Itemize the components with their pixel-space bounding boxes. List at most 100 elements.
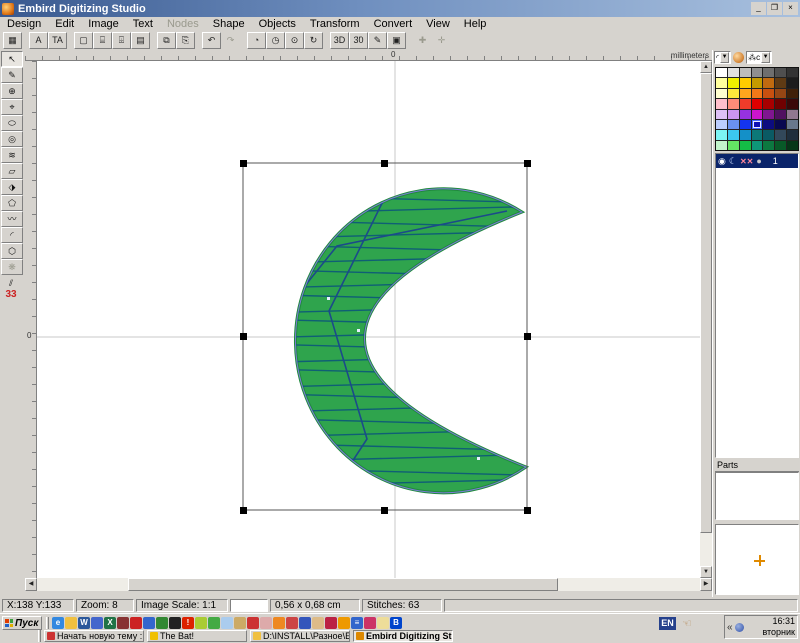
object-list[interactable]: ◉ ☾ ✕✕ ● 1: [715, 153, 799, 458]
color-swatch[interactable]: [787, 130, 798, 139]
color-swatch[interactable]: [763, 99, 774, 108]
tool-fill-with-hole-icon[interactable]: ◎: [1, 131, 23, 147]
color-swatch[interactable]: [740, 68, 751, 77]
scroll-right-icon[interactable]: ▶: [700, 578, 712, 591]
font-engine-icon[interactable]: TA: [48, 32, 67, 49]
color-swatch[interactable]: [763, 110, 774, 119]
pencil-icon[interactable]: [234, 617, 246, 629]
needle-point-icon[interactable]: ✚: [413, 32, 432, 49]
center-cross-icon[interactable]: ✛: [432, 32, 451, 49]
color-swatch[interactable]: [728, 78, 739, 87]
color-swatch[interactable]: [752, 130, 763, 139]
color-swatch[interactable]: [775, 110, 786, 119]
visibility-eye-icon[interactable]: ◉: [718, 156, 726, 167]
internet-explorer-icon[interactable]: e: [52, 617, 64, 629]
sew-simulator-icon[interactable]: ✎: [368, 32, 387, 49]
color-swatch[interactable]: [728, 89, 739, 98]
object-row[interactable]: ◉ ☾ ✕✕ ● 1: [716, 154, 798, 168]
color-swatch[interactable]: [716, 99, 727, 108]
color-swatch[interactable]: [728, 110, 739, 119]
color-swatch[interactable]: [775, 78, 786, 87]
color-swatch[interactable]: [787, 141, 798, 150]
viewer-icon[interactable]: [91, 617, 103, 629]
parts-list[interactable]: [715, 472, 799, 520]
horizontal-scrollbar[interactable]: ◀ ▶: [25, 578, 712, 591]
tool-manual-stitch-icon[interactable]: 〰: [1, 211, 23, 227]
vertical-scrollbar[interactable]: ▲ ▼: [700, 61, 712, 578]
notes-icon[interactable]: [260, 617, 272, 629]
color-swatch[interactable]: [775, 141, 786, 150]
color-swatch[interactable]: [775, 68, 786, 77]
bluetooth-icon[interactable]: B: [390, 617, 402, 629]
color-swatch[interactable]: [716, 130, 727, 139]
color-swatch[interactable]: [752, 99, 763, 108]
menu-text[interactable]: Text: [126, 18, 160, 30]
dome-icon[interactable]: [273, 617, 285, 629]
save-design-icon[interactable]: ▤: [131, 32, 150, 49]
menu-design[interactable]: Design: [0, 18, 48, 30]
scroll-left-icon[interactable]: ◀: [25, 578, 37, 591]
menu-convert[interactable]: Convert: [367, 18, 420, 30]
color-swatch[interactable]: [787, 99, 798, 108]
task-button[interactable]: Embird Digitizing Stud...: [353, 630, 453, 642]
color-swatch[interactable]: [763, 120, 774, 129]
color-swatch[interactable]: [752, 120, 763, 129]
menu-objects[interactable]: Objects: [252, 18, 303, 30]
lines-icon[interactable]: ≡: [351, 617, 363, 629]
tray-chevron-icon[interactable]: «: [727, 622, 733, 633]
thread-spool-icon[interactable]: [733, 52, 744, 63]
color-swatch[interactable]: [752, 68, 763, 77]
color-swatch[interactable]: [716, 89, 727, 98]
color-swatch[interactable]: [752, 141, 763, 150]
color-swatch[interactable]: [716, 68, 727, 77]
books-icon[interactable]: [117, 617, 129, 629]
color-swatch[interactable]: [775, 130, 786, 139]
toolbar-grip[interactable]: [38, 630, 41, 642]
alert-icon[interactable]: !: [182, 617, 194, 629]
chevron-down-icon[interactable]: ▼: [761, 52, 770, 63]
tool-select-icon[interactable]: ↖: [1, 51, 23, 67]
color-swatch[interactable]: [716, 120, 727, 129]
tool-hatch-fill-icon[interactable]: ≋: [1, 147, 23, 163]
scroll-up-icon[interactable]: ▲: [700, 61, 712, 73]
color-swatch[interactable]: [763, 130, 774, 139]
merge-design-icon[interactable]: ⌹: [112, 32, 131, 49]
coin-icon[interactable]: [338, 617, 350, 629]
color-swatch[interactable]: [752, 110, 763, 119]
view-3d-icon[interactable]: 3D: [330, 32, 349, 49]
tool-outline-shape-icon[interactable]: ⬡: [1, 243, 23, 259]
task-button[interactable]: The Bat!: [147, 630, 247, 642]
color-swatch[interactable]: [728, 68, 739, 77]
color-swatch[interactable]: [728, 141, 739, 150]
hand-icon[interactable]: ☜: [682, 617, 696, 630]
vertical-scroll-thumb[interactable]: [700, 73, 712, 533]
hand-tool-icon[interactable]: [312, 617, 324, 629]
tool-quadrilateral-icon[interactable]: ▱: [1, 163, 23, 179]
color-swatch[interactable]: [740, 78, 751, 87]
color-swatch[interactable]: [763, 68, 774, 77]
menu-edit[interactable]: Edit: [48, 18, 81, 30]
color-swatch[interactable]: [763, 141, 774, 150]
diamond-icon[interactable]: [221, 617, 233, 629]
color-swatch[interactable]: [740, 99, 751, 108]
color-swatch[interactable]: [787, 78, 798, 87]
color-swatch[interactable]: [728, 130, 739, 139]
color-swatch[interactable]: [716, 78, 727, 87]
new-design-icon[interactable]: ▢: [74, 32, 93, 49]
color-swatch[interactable]: [716, 110, 727, 119]
export-icon[interactable]: ▣: [387, 32, 406, 49]
open-image-icon[interactable]: ▦: [3, 32, 22, 49]
copy-icon[interactable]: ⧉: [157, 32, 176, 49]
angle-meter-icon[interactable]: ⊙: [285, 32, 304, 49]
color-swatch[interactable]: [787, 110, 798, 119]
color-swatch[interactable]: [763, 89, 774, 98]
design-canvas[interactable]: [37, 61, 700, 578]
stitch-style-dropdown[interactable]: ◜ ▼: [714, 51, 731, 64]
globe-icon[interactable]: [143, 617, 155, 629]
scroll-down-icon[interactable]: ▼: [700, 566, 712, 578]
tray-app-icon[interactable]: [735, 623, 744, 632]
tool-zoom-icon[interactable]: ⊕: [1, 83, 23, 99]
restore-icon[interactable]: ❐: [767, 2, 782, 15]
horizontal-scroll-thumb[interactable]: [128, 578, 558, 591]
excel-icon[interactable]: X: [104, 617, 116, 629]
